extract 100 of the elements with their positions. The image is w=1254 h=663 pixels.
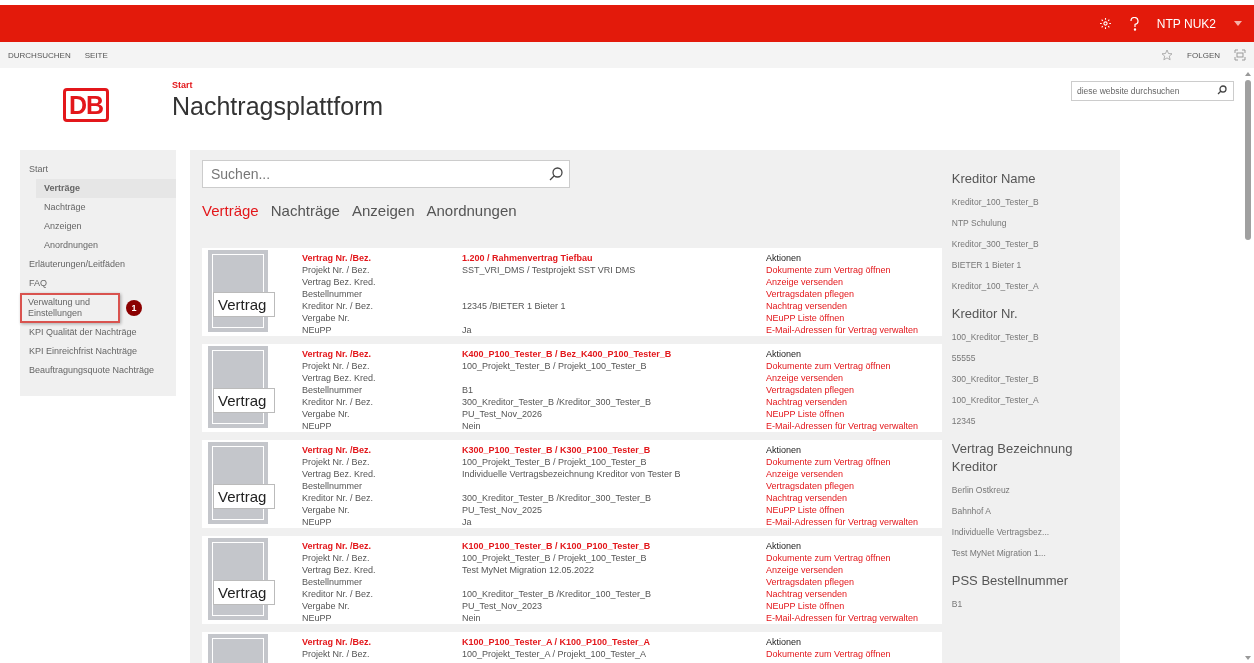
action-link[interactable]: Anzeige versenden xyxy=(766,564,919,576)
thumbnail-label: Vertrag xyxy=(213,484,275,509)
nav-link[interactable]: Nachträge xyxy=(36,198,176,217)
field-label: Vergabe Nr. xyxy=(302,600,351,612)
filter-option[interactable]: 100_Kreditor_Tester_B xyxy=(951,327,1110,348)
tab[interactable]: Anzeigen xyxy=(351,202,415,219)
search-field[interactable]: Suchen... xyxy=(202,160,570,188)
nav-link[interactable]: Verträge xyxy=(36,179,176,198)
filter-option[interactable]: Kreditor_100_Tester_A xyxy=(951,276,1110,297)
nav-link[interactable]: Anzeigen xyxy=(36,217,176,236)
filter-option[interactable]: 100_Kreditor_Tester_A xyxy=(951,390,1110,411)
action-link[interactable]: Anzeige versenden xyxy=(766,372,919,384)
star-icon[interactable] xyxy=(1161,49,1174,61)
action-link[interactable]: NEuPP Liste öffnen xyxy=(766,312,919,324)
action-link[interactable]: Anzeige versenden xyxy=(766,276,919,288)
nav-link[interactable]: Anordnungen xyxy=(36,236,176,255)
filter-heading: Kreditor Nr. xyxy=(951,305,1019,323)
field-label: Vertrag Bez. Kred. xyxy=(302,468,377,480)
field-value: 1.200 / Rahmenvertrag Tiefbau xyxy=(462,252,594,264)
field-label: Vertrag Nr. /Bez. xyxy=(302,540,373,552)
action-link[interactable]: Vertragsdaten pflegen xyxy=(766,576,919,588)
settings-icon[interactable] xyxy=(1098,17,1112,30)
filter-option[interactable]: 55555 xyxy=(951,348,1110,369)
follow-link[interactable]: FOLGEN xyxy=(1187,50,1220,60)
action-link[interactable]: NEuPP Liste öffnen xyxy=(766,504,919,516)
filter-option[interactable]: NTP Schulung xyxy=(951,213,1110,234)
field-label: Vertrag Bez. Kred. xyxy=(302,372,377,384)
action-link[interactable]: Dokumente zum Vertrag öffnen xyxy=(766,360,919,372)
action-link[interactable]: Vertragsdaten pflegen xyxy=(766,384,919,396)
action-link[interactable]: E-Mail-Adressen für Vertrag verwalten xyxy=(766,612,919,624)
field-label: Vertrag Bez. Kred. xyxy=(302,276,377,288)
action-link[interactable]: Nachtrag versenden xyxy=(766,492,919,504)
field-label: Projekt Nr. / Bez. xyxy=(302,264,371,276)
action-link[interactable]: Vertragsdaten pflegen xyxy=(766,480,919,492)
field-label: Vertrag Nr. /Bez. xyxy=(302,636,373,648)
actions-heading: Aktionen xyxy=(766,444,803,456)
field-label: Kreditor Nr. / Bez. xyxy=(302,396,375,408)
breadcrumb-link[interactable]: Start xyxy=(172,80,1071,90)
help-icon[interactable] xyxy=(1129,16,1139,31)
filter-option[interactable]: Berlin Ostkreuz xyxy=(951,480,1110,501)
field-value: K400_P100_Tester_B / Bez_K400_P100_Tester_B xyxy=(462,348,673,360)
caret-icon[interactable] xyxy=(1234,21,1242,26)
action-link[interactable]: Dokumente zum Vertrag öffnen xyxy=(766,648,891,660)
nav-link[interactable]: Beauftragungsquote Nachträge xyxy=(21,361,176,380)
field-value: K300_P100_Tester_B / K300_P100_Tester_B xyxy=(462,444,652,456)
tab[interactable]: Nachträge xyxy=(270,202,340,219)
field-label: Bestellnummer xyxy=(302,288,364,300)
field-label: Bestellnummer xyxy=(302,480,364,492)
action-link[interactable]: E-Mail-Adressen für Vertrag verwalten xyxy=(766,324,919,336)
nav-link[interactable]: Erläuterungen/Leitfäden xyxy=(21,255,176,274)
actions-heading: Aktionen xyxy=(766,348,803,360)
action-link[interactable]: Nachtrag versenden xyxy=(766,396,919,408)
field-value: 100_Projekt_Tester_B / Projekt_100_Tester_B xyxy=(462,456,648,468)
filter-option[interactable]: B1 xyxy=(951,594,1110,615)
field-value: K100_P100_Tester_B / K100_P100_Tester_B xyxy=(462,540,652,552)
filter-option[interactable]: Kreditor_300_Tester_B xyxy=(951,234,1110,255)
field-value: PU_Test_Nov_2023 xyxy=(462,600,544,612)
filter-option[interactable]: Individuelle Vertragsbez... xyxy=(951,522,1110,543)
action-link[interactable]: Dokumente zum Vertrag öffnen xyxy=(766,456,919,468)
action-link[interactable]: Anzeige versenden xyxy=(766,468,919,480)
action-link[interactable]: E-Mail-Adressen für Vertrag verwalten xyxy=(766,420,919,432)
action-link[interactable]: Vertragsdaten pflegen xyxy=(766,288,919,300)
field-label: Vergabe Nr. xyxy=(302,408,351,420)
search-icon[interactable] xyxy=(549,167,563,181)
field-label: Kreditor Nr. / Bez. xyxy=(302,492,375,504)
db-logo[interactable]: DB xyxy=(62,88,110,122)
field-label: Bestellnummer xyxy=(302,384,364,396)
action-link[interactable]: NEuPP Liste öffnen xyxy=(766,408,919,420)
filter-option[interactable]: 300_Kreditor_Tester_B xyxy=(951,369,1110,390)
nav-link[interactable]: KPI Einreichfrist Nachträge xyxy=(21,342,176,361)
field-value: 300_Kreditor_Tester_B /Kreditor_300_Tester_B xyxy=(462,492,653,504)
nav-link[interactable]: KPI Qualität der Nachträge xyxy=(21,323,176,342)
action-link[interactable]: Nachtrag versenden xyxy=(766,588,919,600)
action-link[interactable]: Dokumente zum Vertrag öffnen xyxy=(766,552,919,564)
tab[interactable]: Anordnungen xyxy=(426,202,517,219)
filter-option[interactable]: Bahnhof A xyxy=(951,501,1110,522)
nav-link[interactable]: Verwaltung und Einstellungen xyxy=(20,293,120,323)
nav-link[interactable]: FAQ xyxy=(21,274,176,293)
action-link[interactable]: E-Mail-Adressen für Vertrag verwalten xyxy=(766,516,919,528)
action-link[interactable]: Nachtrag versenden xyxy=(766,300,919,312)
user-name[interactable]: NTP NUK2 xyxy=(1156,16,1216,31)
filter-option[interactable]: 12345 xyxy=(951,411,1110,432)
thumbnail-label: Vertrag xyxy=(213,580,275,605)
field-label: Projekt Nr. / Bez. xyxy=(302,648,371,660)
action-link[interactable]: NEuPP Liste öffnen xyxy=(766,600,919,612)
nav-link[interactable]: Start xyxy=(21,160,176,179)
tab[interactable]: Verträge xyxy=(202,202,259,219)
ribbon-tab[interactable]: SEITE xyxy=(84,50,108,60)
filter-option[interactable]: Kreditor_100_Tester_B xyxy=(951,192,1110,213)
search-icon[interactable] xyxy=(1217,85,1227,95)
thumbnail-label: Vertrag xyxy=(213,292,275,317)
ribbon-tab[interactable]: DURCHSUCHEN xyxy=(8,50,71,60)
site-search-field[interactable]: diese website durchsuchen xyxy=(1071,81,1234,101)
actions-heading: Aktionen xyxy=(766,636,803,648)
action-link[interactable]: Dokumente zum Vertrag öffnen xyxy=(766,264,919,276)
field-label: NEuPP xyxy=(302,324,333,336)
filter-option[interactable]: Test MyNet Migration 1... xyxy=(951,543,1110,564)
filter-option[interactable]: BIETER 1 Bieter 1 xyxy=(951,255,1110,276)
field-label: Projekt Nr. / Bez. xyxy=(302,456,371,468)
field-label: Projekt Nr. / Bez. xyxy=(302,552,371,564)
